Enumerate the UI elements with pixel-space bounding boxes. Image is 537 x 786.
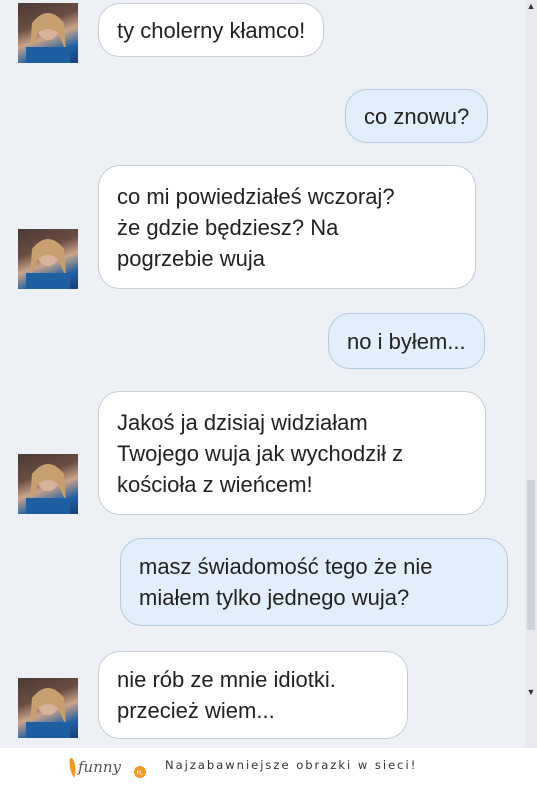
message-bubble-incoming: co mi powiedziałeś wczoraj? że gdzie będ… xyxy=(98,165,476,289)
logo-text: funny xyxy=(77,758,122,776)
message-bubble-outgoing: no i byłem... xyxy=(328,313,485,369)
chat-conversation: ty cholerny kłamco! co znowu? co mi powi… xyxy=(0,0,537,748)
message-line: ty cholerny kłamco! xyxy=(117,17,306,43)
contact-avatar-icon[interactable] xyxy=(18,3,78,63)
message-line: co mi powiedziałeś wczoraj? xyxy=(117,183,395,209)
scroll-up-arrow-icon[interactable]: ▲ xyxy=(526,0,536,12)
message-line: masz świadomość tego że nie xyxy=(139,554,433,579)
message-line: Twojego wuja jak wychodził z xyxy=(117,440,404,466)
chat-scrollbar[interactable]: ▲ ▼ xyxy=(525,0,537,748)
message-line: no i byłem... xyxy=(347,328,466,354)
message-line: że gdzie będziesz? Na xyxy=(117,214,339,240)
message-line: Jakoś ja dzisiaj widziałam xyxy=(117,409,368,435)
contact-avatar-icon[interactable] xyxy=(18,454,78,514)
message-line: nie rób ze mnie idiotki. xyxy=(117,667,336,692)
message-bubble-outgoing: masz świadomość tego że nie miałem tylko… xyxy=(120,538,508,626)
message-line: co znowu? xyxy=(364,103,470,129)
footer-tagline: Najzabawniejsze obrazki w sieci! xyxy=(165,758,418,772)
message-bubble-incoming: nie rób ze mnie idiotki. przecież wiem..… xyxy=(98,651,408,739)
funny-logo-icon: funny PL xyxy=(69,758,146,778)
message-line: kościoła z wieńcem! xyxy=(117,471,313,497)
logo-suffix: PL xyxy=(137,771,144,777)
message-line: pogrzebie wuja xyxy=(117,245,265,271)
message-bubble-incoming: ty cholerny kłamco! xyxy=(98,3,325,57)
message-line: przecież wiem... xyxy=(117,698,275,723)
message-bubble-incoming: Jakoś ja dzisiaj widziałam Twojego wuja … xyxy=(98,391,486,515)
contact-avatar-icon[interactable] xyxy=(18,678,78,738)
message-line: miałem tylko jednego wuja? xyxy=(139,585,410,610)
scrollbar-thumb[interactable] xyxy=(527,480,535,630)
contact-avatar-icon[interactable] xyxy=(18,229,78,289)
scroll-down-arrow-icon[interactable]: ▼ xyxy=(526,686,536,698)
message-bubble-outgoing: co znowu? xyxy=(345,89,489,143)
